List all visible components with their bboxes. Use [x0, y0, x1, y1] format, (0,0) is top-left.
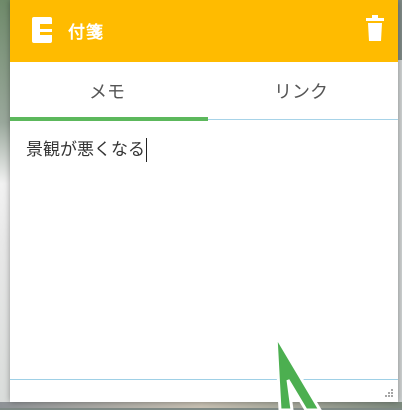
- trash-icon[interactable]: [366, 15, 384, 41]
- background-photo-bottom: [0, 402, 402, 408]
- sticky-note-window: 付箋 メモ リンク 景観が悪くなる: [10, 0, 398, 402]
- note-header[interactable]: 付箋: [10, 0, 398, 62]
- tab-divider: [208, 119, 398, 120]
- memo-textarea[interactable]: 景観が悪くなる: [10, 121, 398, 379]
- tab-memo[interactable]: メモ: [10, 62, 204, 120]
- resize-grip-icon[interactable]: [384, 388, 394, 398]
- background-photo-left: [0, 0, 10, 408]
- background-photo-right: [398, 60, 402, 408]
- note-icon: [32, 17, 52, 43]
- tab-link[interactable]: リンク: [204, 62, 398, 120]
- memo-bottom-border: [10, 379, 398, 380]
- note-title: 付箋: [68, 23, 104, 43]
- tab-bar: メモ リンク: [10, 62, 398, 120]
- memo-text: 景観が悪くなる: [26, 140, 145, 160]
- text-caret: [146, 138, 147, 162]
- green-arrow-icon: [274, 335, 322, 410]
